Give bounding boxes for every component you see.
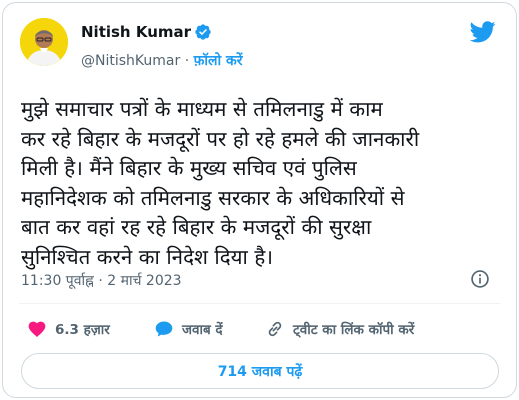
avatar-image (20, 18, 68, 66)
divider (19, 303, 500, 304)
info-icon[interactable] (470, 269, 490, 289)
follow-button[interactable]: फ़ॉलो करें (194, 53, 243, 69)
like-count: 6.3 हज़ार (55, 322, 110, 338)
tweet-line: मिली है। मैंने बिहार के मुख्य सचिव एवं प… (21, 156, 357, 180)
avatar[interactable] (20, 18, 68, 66)
read-replies-button[interactable]: 714 जवाब पढ़ें (21, 353, 499, 389)
tweet-line: महानिदेशक को तमिलनाडु सरकार के अधिकारियो… (21, 185, 405, 210)
twitter-bird-icon[interactable] (470, 21, 496, 43)
display-name[interactable]: Nitish Kumar (81, 23, 191, 41)
user-handle[interactable]: @NitishKumar (81, 53, 180, 69)
copy-link-button[interactable]: ट्वीट का लिंक कॉपी करें (265, 319, 414, 339)
reply-button[interactable]: जवाब दें (154, 319, 223, 339)
tweet-line: कर रहे बिहार के मजदूरों पर हो रहे हमले क… (21, 126, 420, 151)
like-button[interactable]: 6.3 हज़ार (27, 319, 110, 339)
copy-link-label: ट्वीट का लिंक कॉपी करें (293, 322, 415, 338)
tweet-line: मुझे समाचार पत्रों के माध्यम से तमिलनाडु… (21, 97, 383, 121)
separator: · (184, 53, 190, 69)
reply-bubble-icon (155, 321, 173, 337)
tweet-card: Nitish Kumar @NitishKumar · फ़ॉलो करें म… (2, 2, 517, 398)
tweet-line: बात कर वहां रह रहे बिहार के मजदूरों की स… (21, 215, 372, 239)
handle-row: @NitishKumar · फ़ॉलो करें (81, 51, 243, 70)
verified-badge-icon (195, 24, 211, 40)
reply-label: जवाब दें (182, 322, 223, 338)
tweet-text: मुझे समाचार पत्रों के माध्यम से तमिलनाडु… (21, 95, 511, 272)
heart-icon (28, 321, 46, 337)
tweet-line: सुनिश्चित करने का निदेश दिया है। (21, 244, 273, 269)
tweet-timestamp[interactable]: 11:30 पूर्वाह्न · 2 मार्च 2023 (21, 271, 182, 290)
link-icon (268, 321, 282, 337)
